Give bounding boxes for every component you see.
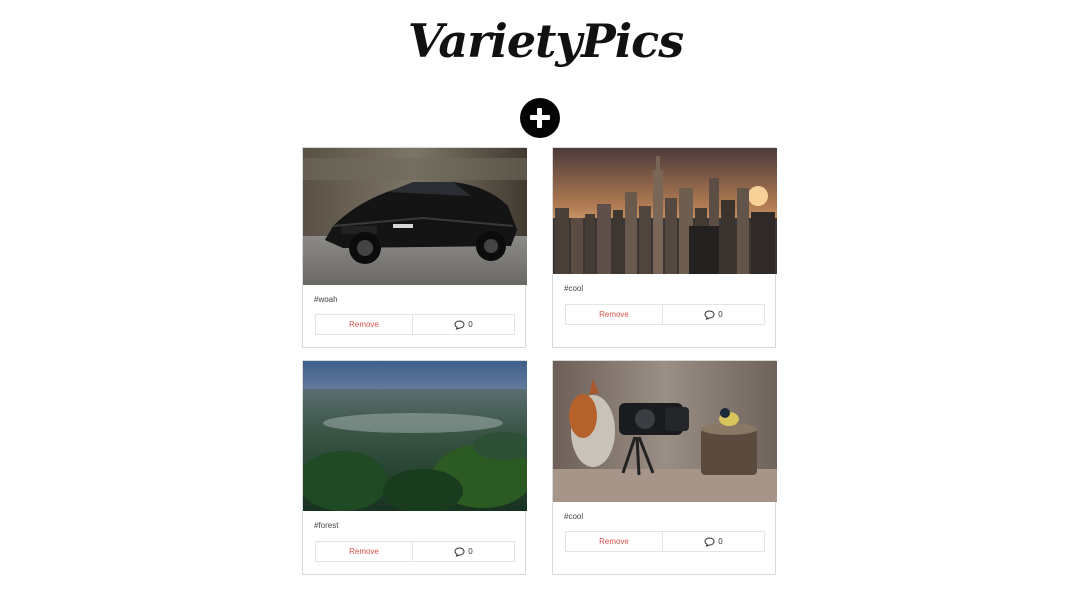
comment-icon <box>704 536 715 547</box>
image-card: #cool Remove 0 <box>552 360 777 575</box>
card-actions: Remove 0 <box>315 541 515 562</box>
card-actions: Remove 0 <box>565 531 765 552</box>
card-tag: #forest <box>314 521 339 530</box>
comment-count: 0 <box>468 320 473 329</box>
card-tag: #cool <box>564 512 584 521</box>
page: VarietyPics #woah Remove 0 #cool Remove … <box>0 0 1091 614</box>
comment-count: 0 <box>718 537 723 546</box>
comments-button[interactable]: 0 <box>413 542 514 561</box>
app-logo: VarietyPics <box>407 14 684 68</box>
card-image[interactable] <box>553 361 777 502</box>
card-actions: Remove 0 <box>565 304 765 325</box>
remove-button[interactable]: Remove <box>566 305 663 324</box>
card-actions: Remove 0 <box>315 314 515 335</box>
card-image[interactable] <box>553 148 777 274</box>
add-image-button[interactable] <box>520 98 560 138</box>
remove-button[interactable]: Remove <box>316 315 413 334</box>
image-card: #forest Remove 0 <box>302 360 527 575</box>
comment-icon <box>704 309 715 320</box>
comment-count: 0 <box>468 547 473 556</box>
comments-button[interactable]: 0 <box>663 532 764 551</box>
card-image[interactable] <box>303 361 527 511</box>
comments-button[interactable]: 0 <box>663 305 764 324</box>
remove-button[interactable]: Remove <box>566 532 663 551</box>
comment-icon <box>454 546 465 557</box>
image-card: #woah Remove 0 <box>302 147 527 348</box>
comment-count: 0 <box>718 310 723 319</box>
card-tag: #cool <box>564 284 584 293</box>
card-tag: #woah <box>314 295 338 304</box>
comments-button[interactable]: 0 <box>413 315 514 334</box>
card-image[interactable] <box>303 148 527 285</box>
remove-button[interactable]: Remove <box>316 542 413 561</box>
comment-icon <box>454 319 465 330</box>
image-card: #cool Remove 0 <box>552 147 777 348</box>
